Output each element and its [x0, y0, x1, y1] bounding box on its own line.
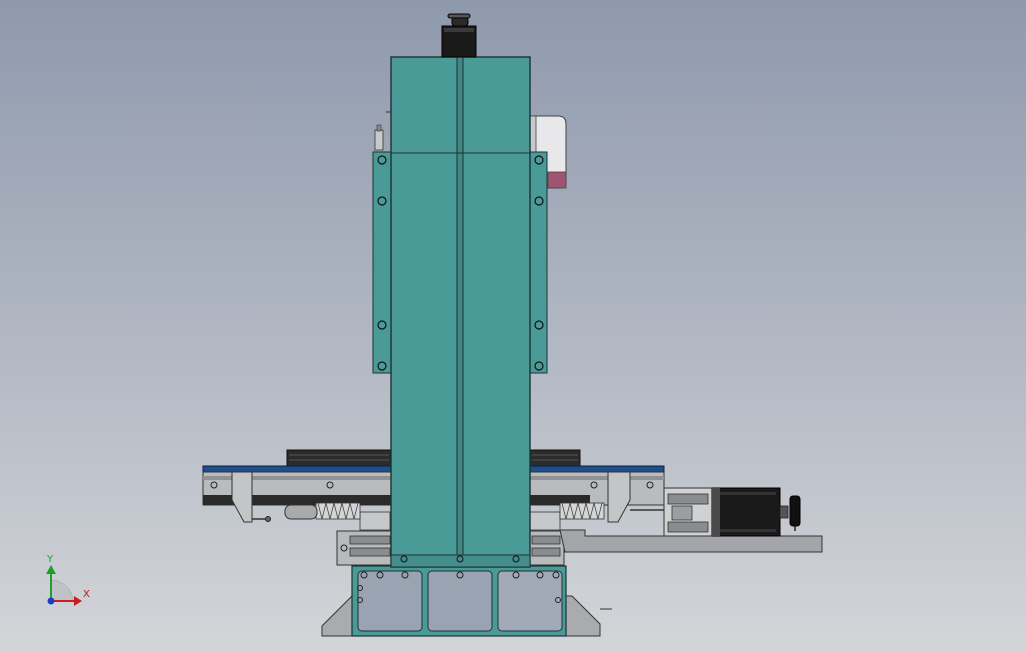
view-triad [46, 565, 82, 606]
z-axis-icon [47, 597, 55, 605]
machine-model[interactable] [0, 0, 1026, 652]
triad-y-label: Y [47, 554, 54, 565]
z-motor [441, 13, 477, 58]
vertical-column [390, 56, 531, 568]
stepper-motor [711, 487, 801, 537]
cad-graphics-area[interactable]: X Y [0, 0, 1026, 652]
lower-box-frame [351, 565, 567, 637]
triad-x-label: X [83, 589, 90, 600]
